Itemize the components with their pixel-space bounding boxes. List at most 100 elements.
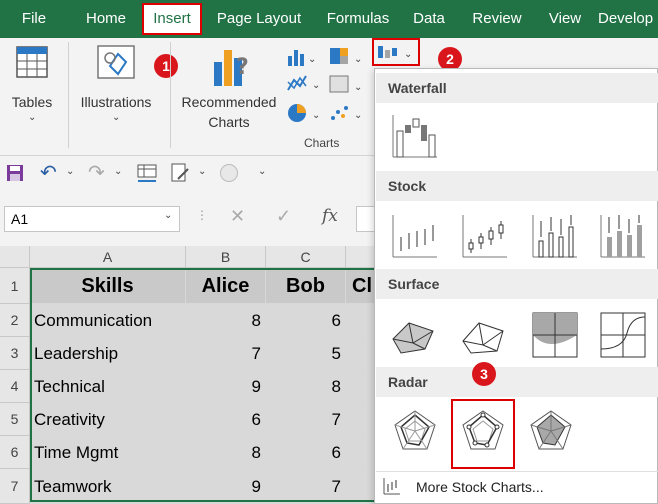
chevron-down-icon[interactable]: ⌄: [198, 166, 206, 177]
filled-radar-icon[interactable]: [525, 405, 577, 457]
waterfall-chart-icon[interactable]: [389, 111, 441, 163]
tab-view[interactable]: View: [540, 0, 590, 38]
cancel-icon[interactable]: ✕: [230, 206, 245, 227]
table-cell-skill[interactable]: Technical: [30, 370, 186, 403]
tab-formulas[interactable]: Formulas: [318, 0, 398, 38]
scatter-chart-icon[interactable]: ⌄: [328, 102, 364, 124]
table-cell-bob[interactable]: 5: [266, 337, 346, 370]
menu-bar: File Home Insert Page Layout Formulas Da…: [0, 0, 658, 38]
svg-text:⌄: ⌄: [354, 82, 362, 93]
save-icon[interactable]: [6, 164, 24, 182]
recommended-charts-icon: ?: [214, 50, 249, 86]
table-icon: [16, 46, 48, 78]
table-cell-alice[interactable]: 8: [186, 436, 266, 469]
form-icon[interactable]: [170, 162, 190, 184]
drag-handle-icon[interactable]: ⋮: [196, 208, 208, 222]
customize-toolbar-icon[interactable]: ⌄: [258, 166, 266, 177]
table-cell-alice[interactable]: 8: [186, 304, 266, 337]
undo-icon[interactable]: ↶: [40, 160, 57, 185]
shapes-icon: [97, 45, 135, 79]
tab-page-layout[interactable]: Page Layout: [210, 0, 308, 38]
step-badge-3: 3: [472, 362, 496, 386]
radar-icon[interactable]: [389, 405, 441, 457]
table-cell-alice[interactable]: 7: [186, 337, 266, 370]
chevron-down-icon[interactable]: ⌄: [66, 166, 74, 177]
tab-review[interactable]: Review: [462, 0, 532, 38]
pie-chart-icon[interactable]: ⌄: [286, 102, 322, 124]
enter-icon[interactable]: ✓: [276, 206, 291, 227]
row-header[interactable]: 5: [0, 403, 30, 436]
radar-with-markers-icon[interactable]: [457, 405, 509, 457]
row-header[interactable]: 2: [0, 304, 30, 337]
volume-open-high-low-close-icon[interactable]: [597, 211, 649, 263]
tab-developer[interactable]: Develop: [598, 0, 658, 38]
quick-access-toolbar: ↶ ⌄ ↷ ⌄ ⌄ ⌄: [0, 156, 380, 190]
row-header[interactable]: 4: [0, 370, 30, 403]
chevron-down-icon[interactable]: ⌄: [114, 166, 122, 177]
volume-high-low-close-icon[interactable]: [529, 211, 581, 263]
chevron-down-icon: ⌄: [112, 112, 121, 123]
header-cell-skills[interactable]: Skills: [30, 268, 186, 304]
step-badge-1: 1: [154, 54, 178, 78]
header-cell-bob[interactable]: Bob: [266, 268, 346, 304]
row-header[interactable]: 6: [0, 436, 30, 469]
table-cell-skill[interactable]: Time Mgmt: [30, 436, 186, 469]
column-header-b[interactable]: B: [186, 246, 266, 268]
3d-surface-icon[interactable]: [389, 309, 441, 361]
table-cell-alice[interactable]: 9: [186, 370, 266, 403]
tables-button[interactable]: Tables ⌄: [6, 44, 58, 128]
row-header[interactable]: 1: [0, 268, 30, 304]
column-header-c[interactable]: C: [266, 246, 346, 268]
redo-icon[interactable]: ↷: [88, 160, 105, 185]
table-cell-bob[interactable]: 8: [266, 370, 346, 403]
map-chart-icon[interactable]: ⌄: [328, 74, 364, 96]
table-cell-skill[interactable]: Teamwork: [30, 469, 186, 504]
more-stock-charts-link[interactable]: More Stock Charts...: [376, 471, 658, 503]
table-cell-bob[interactable]: 7: [266, 403, 346, 436]
open-high-low-close-icon[interactable]: [459, 211, 511, 263]
name-box[interactable]: A1: [4, 206, 180, 232]
contour-icon[interactable]: [529, 309, 581, 361]
table-cell-skill[interactable]: Creativity: [30, 403, 186, 436]
chevron-down-icon[interactable]: ⌄: [164, 210, 172, 221]
select-all-corner[interactable]: [0, 246, 30, 268]
wireframe-contour-icon[interactable]: [597, 309, 649, 361]
more-stock-charts-label: More Stock Charts...: [416, 479, 544, 495]
high-low-close-icon[interactable]: [389, 211, 441, 263]
column-header-a[interactable]: A: [30, 246, 186, 268]
waterfall-stock-chart-icon[interactable]: ⌄: [376, 42, 416, 62]
chart-type-dropdown: Waterfall Stock Surface Radar 3 More Sto…: [374, 68, 658, 504]
table-cell-bob[interactable]: 6: [266, 436, 346, 469]
tab-file[interactable]: File: [8, 0, 60, 38]
hierarchy-chart-icon[interactable]: ⌄: [328, 46, 364, 66]
recommended-charts-button[interactable]: ? Recommended Charts: [176, 44, 282, 130]
divider: [170, 42, 171, 148]
table-cell-alice[interactable]: 9: [186, 469, 266, 504]
tab-insert[interactable]: Insert: [142, 3, 202, 35]
circle-icon[interactable]: [220, 164, 238, 182]
table-cell-bob[interactable]: 6: [266, 304, 346, 337]
table-cell-skill[interactable]: Communication: [30, 304, 186, 337]
illustrations-label: Illustrations: [80, 94, 152, 110]
table-cell-alice[interactable]: 6: [186, 403, 266, 436]
table-cell-bob[interactable]: 7: [266, 469, 346, 504]
table-cell-skill[interactable]: Leadership: [30, 337, 186, 370]
header-cell-alice[interactable]: Alice: [186, 268, 266, 304]
tables-label: Tables: [11, 94, 53, 110]
section-waterfall: Waterfall: [376, 73, 658, 103]
recommended-charts-label-line1: Recommended: [181, 94, 277, 110]
tab-home[interactable]: Home: [76, 0, 136, 38]
tab-data[interactable]: Data: [404, 0, 454, 38]
function-icon[interactable]: fx: [322, 206, 338, 226]
svg-text:⌄: ⌄: [312, 110, 320, 121]
wireframe-surface-icon[interactable]: [459, 309, 511, 361]
fit-width-icon[interactable]: [136, 163, 158, 183]
column-chart-icon[interactable]: ⌄: [286, 46, 316, 66]
row-header[interactable]: 3: [0, 337, 30, 370]
charts-group-label: Charts: [304, 136, 340, 150]
illustrations-button[interactable]: Illustrations ⌄: [74, 44, 158, 128]
line-chart-icon[interactable]: ⌄: [286, 72, 322, 94]
chevron-down-icon: ⌄: [28, 112, 37, 123]
row-header[interactable]: 7: [0, 469, 30, 504]
spreadsheet-grid: A B C 1 2 3 4 5 6 7 Skills Alice Bob Cl …: [0, 246, 382, 504]
